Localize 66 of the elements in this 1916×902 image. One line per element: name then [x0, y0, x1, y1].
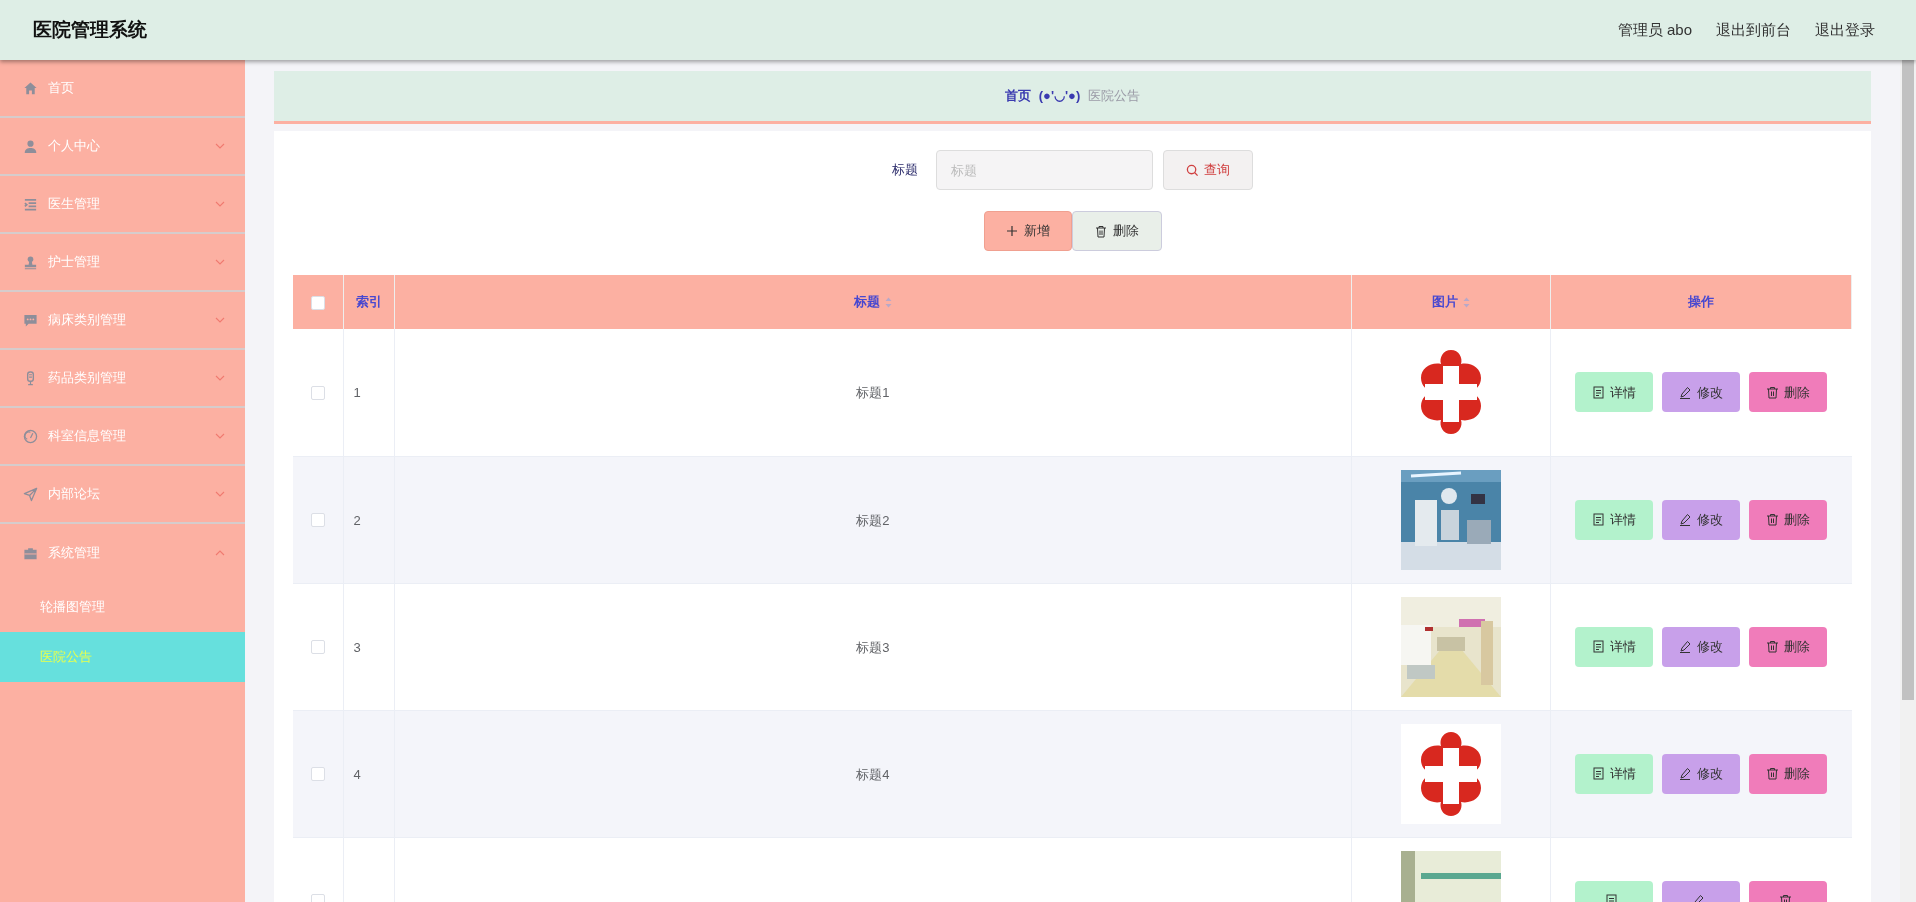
trash-icon: [1094, 224, 1107, 238]
trash-icon: [1766, 513, 1780, 526]
edit-button[interactable]: 修改: [1662, 753, 1741, 794]
chat-icon: [23, 312, 38, 328]
sort-icon[interactable]: [884, 296, 892, 308]
details-button[interactable]: 详情: [1575, 626, 1654, 667]
header-link[interactable]: 退出登录: [1815, 18, 1875, 42]
delete-button[interactable]: 删除: [1749, 372, 1828, 413]
search-label: 标题: [892, 161, 919, 180]
table-cell: 3: [353, 639, 361, 655]
table-cell: 2: [353, 512, 361, 528]
details-button[interactable]: 详情: [1575, 499, 1654, 540]
delete-button[interactable]: 删除: [1071, 211, 1162, 251]
pencil-icon: [1679, 767, 1693, 780]
paper-plane-icon: [23, 486, 38, 502]
table-cell: 1: [353, 385, 361, 401]
delete-button[interactable]: 删除: [1749, 499, 1828, 540]
table-cell: 4: [353, 766, 361, 782]
delete-button[interactable]: 删除: [1749, 753, 1828, 794]
column-header[interactable]: 标题: [853, 292, 880, 312]
user-icon: [23, 138, 38, 154]
column-header: 操作: [1688, 293, 1714, 312]
document-icon: [1592, 640, 1606, 653]
checkbox[interactable]: [310, 767, 325, 782]
briefcase-icon: [23, 545, 38, 561]
header-link[interactable]: 退出到前台: [1716, 18, 1791, 42]
table-cell: 标题4: [856, 766, 890, 782]
document-icon: [1592, 385, 1606, 399]
details-button[interactable]: 详情: [1575, 753, 1654, 794]
document-icon: [1592, 767, 1606, 780]
sort-icon[interactable]: [1463, 296, 1470, 308]
list-icon: [23, 196, 38, 212]
breadcrumb-current: 医院公告: [1088, 87, 1141, 106]
trash-icon: [1766, 385, 1780, 399]
checkbox[interactable]: [310, 513, 325, 528]
document-icon: [1592, 513, 1606, 526]
edit-button[interactable]: 修改: [1662, 499, 1741, 540]
table-cell: 标题2: [856, 512, 890, 528]
table-cell: 标题1: [856, 385, 890, 401]
checkbox[interactable]: [310, 640, 325, 655]
user-stamp-icon: [23, 254, 38, 270]
plus-icon: [1005, 225, 1018, 237]
home-icon: [23, 80, 38, 96]
app-title: 医院管理系统: [33, 17, 147, 42]
checkbox[interactable]: [310, 386, 325, 400]
column-header: 索引: [355, 293, 382, 312]
search-icon: [1186, 163, 1199, 177]
delete-button[interactable]: 删除: [1749, 626, 1828, 667]
pencil-icon: [1679, 640, 1693, 653]
edit-button[interactable]: 修改: [1662, 372, 1741, 413]
pencil-icon: [1679, 513, 1693, 526]
user-name[interactable]: 管理员 abo: [1617, 18, 1692, 42]
trash-icon: [1766, 640, 1780, 653]
add-button[interactable]: 新增: [983, 211, 1072, 251]
pencil-icon: [1679, 385, 1693, 399]
trash-icon: [1766, 767, 1780, 780]
breadcrumb-link[interactable]: 首页: [1004, 86, 1031, 106]
gauge-icon: [23, 428, 38, 444]
edit-button[interactable]: 修改: [1662, 626, 1741, 667]
details-button[interactable]: 详情: [1575, 372, 1654, 413]
checkbox[interactable]: [310, 295, 325, 310]
search-button[interactable]: 查询: [1163, 150, 1253, 190]
scrollbar[interactable]: [1900, 60, 1916, 902]
breadcrumb-separator: (●'◡'●): [1038, 87, 1081, 106]
table-cell: 标题3: [856, 639, 890, 655]
column-header[interactable]: 图片: [1432, 292, 1458, 312]
